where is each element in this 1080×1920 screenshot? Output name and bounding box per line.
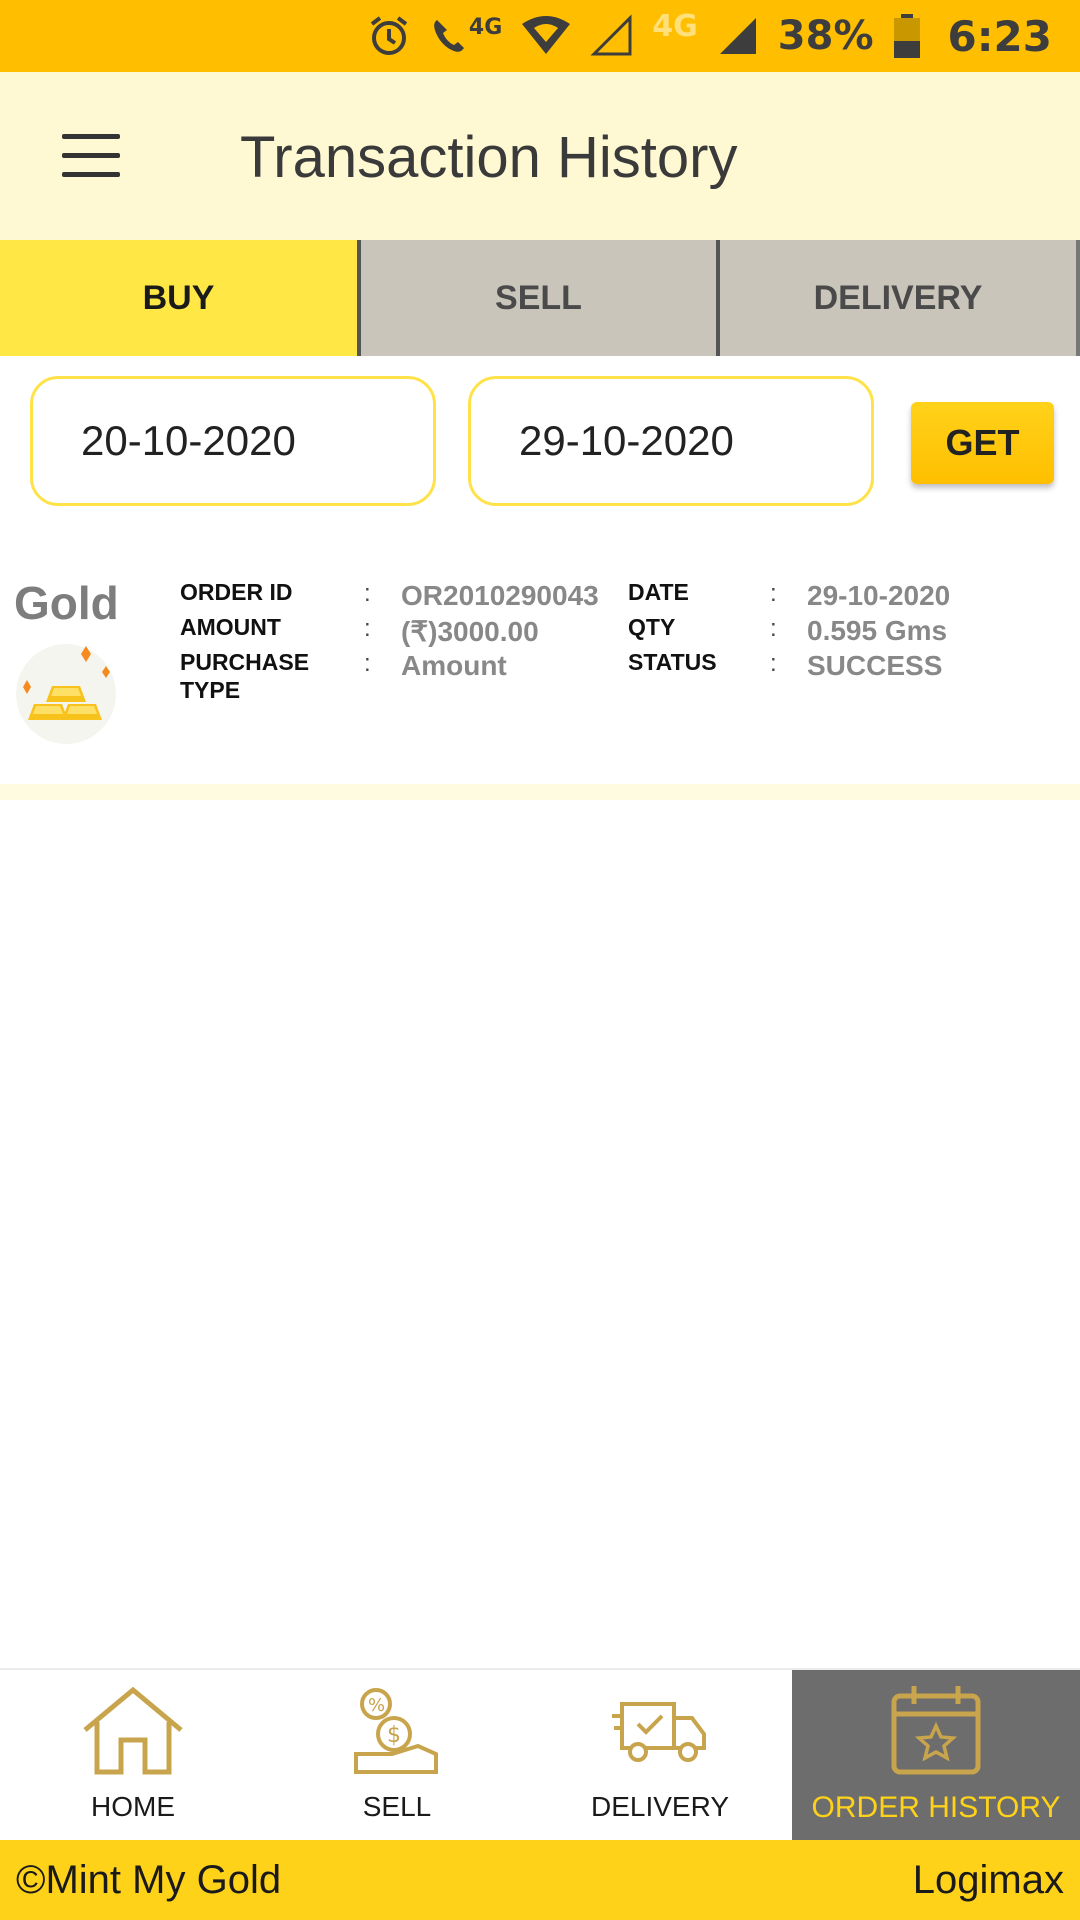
network-type-label: 4G [468,14,503,40]
app-bar: Transaction History [0,72,1080,240]
nav-delivery[interactable]: DELIVERY [555,1670,765,1840]
date-value: 29-10-2020 [807,580,951,611]
svg-text:$: $ [387,1723,401,1748]
status-bar: 4G 4G 38% 6:23 [0,0,1080,72]
footer: ©Mint My Gold Logimax [0,1840,1080,1920]
nav-order-history-label: ORDER HISTORY [811,1791,1061,1824]
tab-delivery[interactable]: DELIVERY [716,240,1080,356]
amount-colon: : [364,615,371,642]
to-date-input[interactable] [468,376,874,506]
order-id-colon: : [364,580,371,607]
status-label: STATUS [628,649,717,675]
purchase-type-label: PURCHASE TYPE [180,649,310,703]
tab-buy[interactable]: BUY [0,240,357,356]
get-button[interactable]: GET [911,402,1054,484]
status-colon: : [770,650,777,677]
tab-sell[interactable]: SELL [357,240,716,356]
card-divider [0,784,1080,800]
nav-sell-label: SELL [362,1791,432,1822]
sell-icon: % $ [352,1684,442,1781]
qty-value: 0.595 Gms [807,615,948,646]
page-title: Transaction History [240,125,738,190]
nav-order-history[interactable]: ORDER HISTORY [792,1670,1080,1840]
purchase-type-value: Amount [401,650,507,681]
nav-home[interactable]: HOME [28,1670,238,1840]
nav-home-label: HOME [91,1791,175,1822]
nav-delivery-label: DELIVERY [591,1791,729,1822]
amount-value: (₹)3000.00 [401,616,539,647]
amount-label: AMOUNT [180,614,281,640]
alarm-icon [367,14,411,58]
from-date-input[interactable] [30,376,436,506]
nav-sell[interactable]: % $ SELL [292,1670,502,1840]
wifi-icon [520,14,572,58]
tab-bar: BUY SELL DELIVERY [0,240,1080,356]
footer-brand: ©Mint My Gold [16,1857,282,1902]
network-type-label-2: 4G [652,8,698,44]
clock-time: 6:23 [947,11,1052,61]
delivery-truck-icon [612,1684,708,1781]
order-id-value: OR2010290043 [401,580,599,611]
signal-icon [716,14,760,58]
qty-label: QTY [628,614,676,640]
battery-percent: 38% [777,13,874,59]
purchase-type-colon: : [364,650,371,677]
battery-icon [892,13,922,59]
bottom-nav: HOME % $ SELL DELIVERY ORDER HISTORY [0,1668,1080,1840]
gold-bars-icon [14,628,116,744]
calendar-star-icon [890,1684,982,1781]
signal-empty-icon [590,14,634,58]
qty-colon: : [770,615,777,642]
volte-call-icon: 4G [429,14,502,58]
metal-label: Gold [14,577,119,629]
hamburger-menu-icon[interactable] [62,134,120,178]
status-value: SUCCESS [807,650,943,681]
order-id-label: ORDER ID [180,579,293,605]
footer-vendor: Logimax [912,1857,1064,1902]
date-colon: : [770,580,777,607]
svg-text:%: % [368,1695,385,1716]
home-icon [81,1684,185,1781]
date-label: DATE [628,579,689,605]
